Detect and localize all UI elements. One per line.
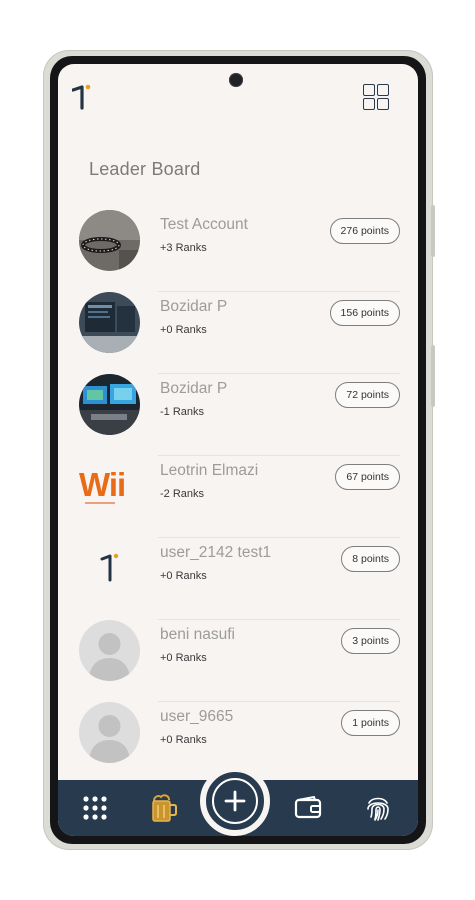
avatar-photo	[79, 292, 140, 353]
fingerprint-icon	[367, 797, 389, 821]
leaderboard-row[interactable]: Test Account +3 Ranks 276 points	[58, 210, 418, 292]
points-badge[interactable]: 1 points	[341, 710, 400, 736]
rank-change: +3 Ranks	[160, 242, 207, 254]
rank-change: +0 Ranks	[160, 652, 207, 664]
points-badge[interactable]: 156 points	[329, 300, 400, 326]
player-name: Bozidar P	[160, 380, 228, 397]
leaderboard-row[interactable]: Bozidar P -1 Ranks 72 points	[58, 374, 418, 456]
nav-mug-button[interactable]	[146, 790, 182, 826]
player-name: Bozidar P	[160, 298, 228, 315]
player-name: user_9665	[160, 708, 234, 725]
leaderboard-list: Test Account +3 Ranks 276 points Bozidar…	[58, 210, 418, 784]
volume-button	[431, 205, 435, 257]
player-name: beni nasufi	[160, 626, 235, 643]
grid-square-icon	[363, 84, 375, 96]
brand-logo-icon	[72, 84, 91, 110]
wallet-icon	[294, 796, 322, 819]
nav-fingerprint-button[interactable]	[360, 790, 396, 826]
add-ring	[212, 778, 258, 824]
nav-apps-button[interactable]	[77, 790, 113, 826]
rank-change: -2 Ranks	[160, 488, 205, 500]
points-badge[interactable]: 8 points	[341, 546, 400, 572]
rank-change: +0 Ranks	[160, 324, 207, 336]
leaderboard-row[interactable]: beni nasufi +0 Ranks 3 points	[58, 620, 418, 702]
default-person-icon	[79, 620, 140, 681]
nav-wallet-button[interactable]	[290, 790, 326, 826]
avatar	[79, 210, 140, 271]
grid-dots-icon	[83, 796, 107, 820]
page-title: Leader Board	[89, 159, 201, 179]
player-name: Leotrin Elmazi	[160, 462, 259, 479]
rank-change: -1 Ranks	[160, 406, 205, 418]
brand-logo-icon	[100, 553, 119, 582]
rank-change: +0 Ranks	[160, 734, 207, 746]
avatar-photo	[79, 374, 140, 435]
points-badge[interactable]: 72 points	[335, 382, 400, 408]
avatar	[79, 702, 140, 763]
player-name: user_2142 test1	[160, 544, 272, 561]
leaderboard-row[interactable]: Wii Leotrin Elmazi -2 Ranks 67 points	[58, 456, 418, 538]
wii-logo-image: Wii	[79, 466, 126, 504]
rank-change: +0 Ranks	[160, 570, 207, 582]
grid-square-icon	[363, 98, 375, 110]
avatar	[79, 374, 140, 435]
points-badge[interactable]: 3 points	[341, 628, 400, 654]
power-button	[431, 345, 435, 407]
player-name: Test Account	[160, 216, 248, 233]
app-screen: Leader Board Test Account +3 Ranks 276 p…	[58, 64, 418, 836]
wii-logo-text: Wii	[79, 466, 125, 503]
grid-square-icon	[377, 84, 389, 96]
bottom-nav	[58, 766, 418, 836]
avatar-photo	[79, 210, 140, 271]
leaderboard-row[interactable]: user_2142 test1 +0 Ranks 8 points	[58, 538, 418, 620]
menu-grid-button[interactable]	[363, 84, 391, 112]
add-icon	[224, 790, 246, 812]
front-camera	[229, 73, 243, 87]
add-button[interactable]	[200, 766, 270, 836]
points-badge[interactable]: 67 points	[335, 464, 400, 490]
grid-square-icon	[377, 98, 389, 110]
avatar	[79, 538, 140, 599]
mug-icon	[152, 794, 177, 822]
leaderboard-row[interactable]: Bozidar P +0 Ranks 156 points	[58, 292, 418, 374]
points-badge[interactable]: 276 points	[329, 218, 400, 244]
avatar	[79, 292, 140, 353]
avatar	[79, 620, 140, 681]
default-person-icon	[79, 702, 140, 763]
avatar: Wii	[79, 456, 140, 517]
